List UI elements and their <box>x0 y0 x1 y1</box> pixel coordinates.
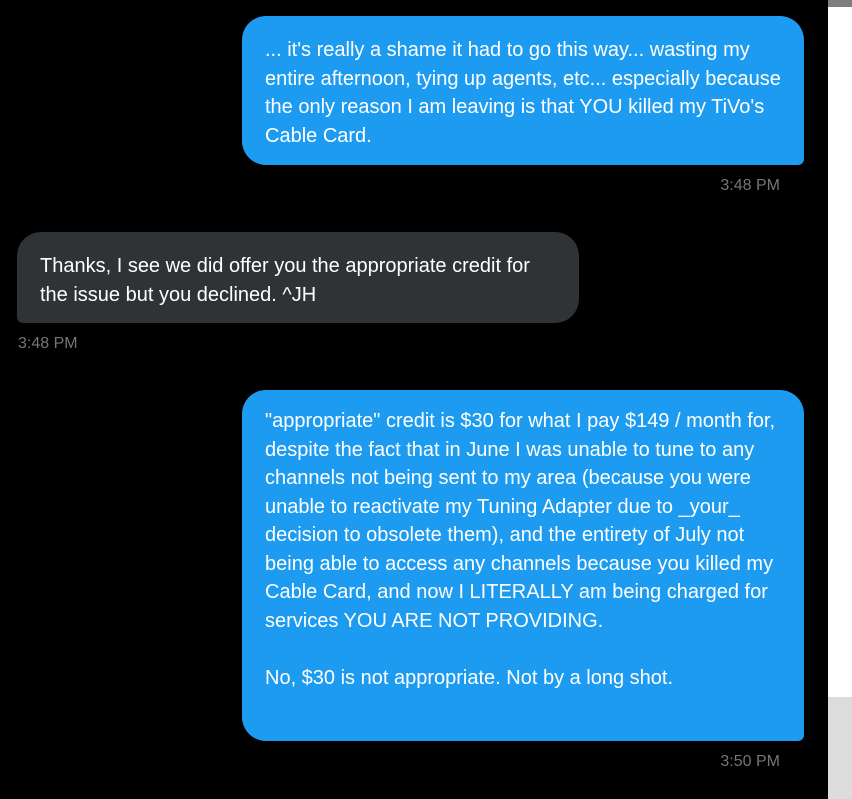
outgoing-message-bubble[interactable]: ... it's really a shame it had to go thi… <box>242 16 804 165</box>
scrollbar-track[interactable] <box>828 0 852 799</box>
outgoing-message-bubble[interactable]: "appropriate" credit is $30 for what I p… <box>242 390 804 741</box>
scrollbar-top-edge <box>828 0 852 7</box>
conversation-panel: ... it's really a shame it had to go thi… <box>0 0 828 799</box>
vertical-scrollbar[interactable] <box>828 0 852 799</box>
incoming-message-bubble[interactable]: Thanks, I see we did offer you the appro… <box>17 232 579 323</box>
message-timestamp: 3:50 PM <box>720 753 780 770</box>
scrollbar-thumb[interactable] <box>828 697 852 799</box>
message-timestamp: 3:48 PM <box>720 177 780 194</box>
message-timestamp: 3:48 PM <box>18 335 78 352</box>
